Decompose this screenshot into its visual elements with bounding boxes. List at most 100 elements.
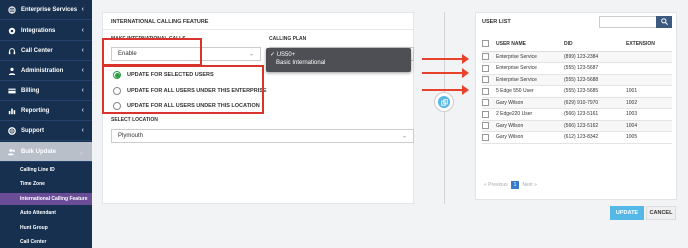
search-button[interactable] <box>656 16 672 28</box>
subnav-item-time-zone[interactable]: Time Zone <box>0 178 92 190</box>
divider <box>103 29 413 30</box>
lifebuoy-icon <box>8 126 16 135</box>
dropdown-option-basic-international[interactable]: Basic International <box>270 59 407 67</box>
sidebar: Enterprise Services ‹ Integrations ‹ Cal… <box>0 0 92 248</box>
cell-did: (555) 123-5687 <box>564 62 626 75</box>
sidebar-item-enterprise-services[interactable]: Enterprise Services ‹ <box>0 0 92 20</box>
pagination-page[interactable]: 1 <box>510 181 520 189</box>
row-checkbox[interactable] <box>482 87 489 95</box>
plug-icon <box>8 27 16 35</box>
subnav-item-auto-attendant[interactable]: Auto Attendant <box>0 207 92 219</box>
row-checkbox[interactable] <box>482 76 489 84</box>
arrow-right-icon <box>422 68 469 78</box>
sidebar-item-label: Support <box>21 127 44 134</box>
sidebar-item-label: Administration <box>21 67 64 74</box>
panel-title: INTERNATIONAL CALLING FEATURE <box>111 19 209 25</box>
table-row[interactable]: Gary Wilson (629) 910-7970 1002 <box>482 97 672 109</box>
cancel-button[interactable]: CANCEL <box>646 206 676 220</box>
user-list-panel: USER LIST USER NAME DID EXTENSION Enterp… <box>475 12 677 200</box>
highlight-radio-group <box>102 65 264 114</box>
cell-extension <box>626 62 672 75</box>
column-header-extension: EXTENSION <box>626 37 672 52</box>
arrow-right-icon <box>422 85 469 95</box>
cell-did: (555) 123-5685 <box>564 85 626 98</box>
headset-icon <box>8 47 16 55</box>
table-row[interactable]: Enterprise Service (555) 123-5688 <box>482 74 672 86</box>
column-header-user-name: USER NAME <box>496 37 564 52</box>
search-icon <box>660 17 668 27</box>
sidebar-item-label: Enterprise Services <box>21 6 78 13</box>
chevron-left-icon: ‹ <box>81 47 84 54</box>
cell-user-name: Gary Wilson <box>496 97 564 109</box>
row-checkbox[interactable] <box>482 99 489 107</box>
cell-did: (612) 123-8342 <box>564 131 626 144</box>
sidebar-item-label: Billing <box>21 87 40 94</box>
cell-extension: 1004 <box>626 120 672 132</box>
cell-user-name: Enterprise Service <box>496 74 564 86</box>
row-checkbox[interactable] <box>482 133 489 141</box>
card-icon <box>8 87 16 95</box>
subnav-item-calling-line-id[interactable]: Calling Line ID <box>0 164 92 176</box>
chevron-down-icon: ⌄ <box>78 148 84 156</box>
cell-did: (555) 123-5688 <box>564 74 626 86</box>
pagination-next[interactable]: Next » <box>522 182 536 188</box>
cell-extension <box>626 74 672 86</box>
chevron-left-icon: ‹ <box>81 107 84 114</box>
calling-plan-dropdown[interactable]: ✓ US50+ Basic International <box>266 48 411 72</box>
sidebar-item-billing[interactable]: Billing ‹ <box>0 81 92 101</box>
sidebar-item-label: Call Center <box>21 47 53 54</box>
column-header-did: DID <box>564 37 626 52</box>
cell-user-name: 5 Edge 550 User <box>496 85 564 98</box>
row-checkbox[interactable] <box>482 110 489 118</box>
row-checkbox[interactable] <box>482 53 489 61</box>
user-icon <box>8 67 16 75</box>
cell-user-name: Enterprise Service <box>496 62 564 75</box>
transfer-button[interactable] <box>434 92 454 112</box>
chevron-left-icon: ‹ <box>81 87 84 94</box>
cell-user-name: 2 Edge220 User <box>496 108 564 121</box>
table-row[interactable]: 2 Edge220 User (566) 123-5161 1003 <box>482 108 672 121</box>
cell-extension: 1001 <box>626 85 672 98</box>
table-row[interactable]: Enterprise Service (555) 123-5687 <box>482 62 672 75</box>
user-table: USER NAME DID EXTENSION Enterprise Servi… <box>482 37 672 144</box>
chevron-down-icon: ⌄ <box>248 51 254 58</box>
table-row[interactable]: Gary Wilson (612) 123-8342 1005 <box>482 131 672 144</box>
row-checkbox[interactable] <box>482 122 489 130</box>
sidebar-item-call-center[interactable]: Call Center ‹ <box>0 41 92 61</box>
select-location-label: SELECT LOCATION <box>111 117 158 123</box>
cell-extension: 1005 <box>626 131 672 144</box>
sidebar-item-integrations[interactable]: Integrations ‹ <box>0 21 92 41</box>
chevron-left-icon: ‹ <box>81 6 84 13</box>
calling-plan-label: CALLING PLAN <box>269 36 307 42</box>
chevron-left-icon: ‹ <box>81 27 84 34</box>
cell-did: (899) 123-2384 <box>564 51 626 63</box>
panel-title: USER LIST <box>482 19 511 25</box>
cell-user-name: Gary Wilson <box>496 120 564 132</box>
highlight-make-calls <box>102 38 202 66</box>
sidebar-item-support[interactable]: Support ‹ <box>0 121 92 141</box>
sidebar-item-reporting[interactable]: Reporting ‹ <box>0 101 92 121</box>
dropdown-option-us50[interactable]: ✓ US50+ <box>270 51 407 59</box>
table-row[interactable]: Enterprise Service (899) 123-2384 <box>482 51 672 63</box>
subnav-item-call-center[interactable]: Call Center <box>0 236 92 248</box>
search-input[interactable] <box>599 16 657 28</box>
chart-icon <box>8 107 16 115</box>
cell-user-name: Enterprise Service <box>496 51 564 63</box>
sidebar-item-label: Integrations <box>21 27 56 34</box>
row-checkbox[interactable] <box>482 64 489 72</box>
select-all-checkbox[interactable] <box>482 40 489 48</box>
cell-did: (629) 910-7970 <box>564 97 626 109</box>
cell-did: (566) 123-5161 <box>564 108 626 121</box>
cell-extension: 1002 <box>626 97 672 109</box>
table-row[interactable]: Gary Wilson (566) 123-5162 1004 <box>482 120 672 132</box>
table-row[interactable]: 5 Edge 550 User (555) 123-5685 1001 <box>482 85 672 98</box>
subnav-item-international-calling-feature[interactable]: International Calling Feature <box>0 193 92 205</box>
subnav-item-hunt-group[interactable]: Hunt Group <box>0 222 92 234</box>
pagination-previous[interactable]: « Previous <box>484 182 508 188</box>
location-select[interactable]: Plymouth ⌄ <box>111 129 414 143</box>
sidebar-item-administration[interactable]: Administration ‹ <box>0 61 92 81</box>
arrow-right-icon <box>422 54 469 64</box>
sidebar-item-bulk-update[interactable]: Bulk Update ⌄ <box>0 142 92 162</box>
update-button[interactable]: UPDATE <box>610 206 644 220</box>
cell-user-name: Gary Wilson <box>496 131 564 144</box>
